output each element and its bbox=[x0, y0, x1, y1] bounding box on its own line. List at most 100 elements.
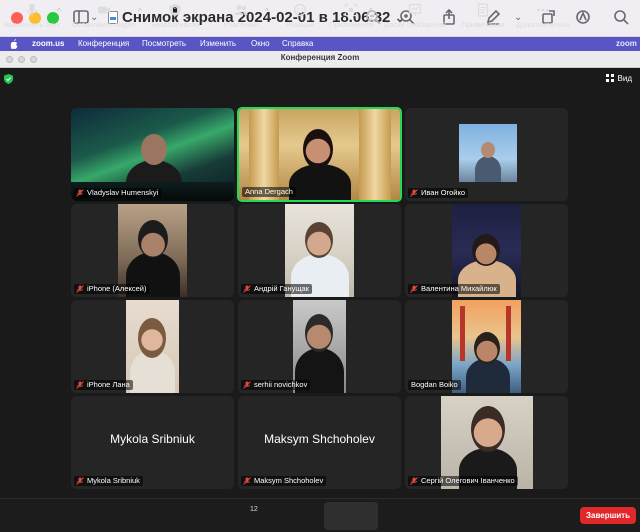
participant-name-text: Иван Огойко bbox=[421, 188, 465, 197]
muted-mic-icon bbox=[243, 285, 251, 293]
participant-name-text: Валентина Михайлюк bbox=[421, 284, 497, 293]
participant-video bbox=[452, 300, 521, 393]
muted-mic-icon bbox=[243, 381, 251, 389]
participant-tile[interactable]: Иван Огойко bbox=[405, 108, 568, 201]
participant-name: iPhone Лана bbox=[74, 380, 133, 390]
participant-tile-no-video[interactable]: Mykola Sribniuk Mykola Sribniuk bbox=[71, 396, 234, 489]
security-label: Безопасность bbox=[151, 20, 199, 29]
notes-icon bbox=[477, 3, 489, 17]
mute-label: Выключить звук bbox=[4, 20, 60, 29]
participant-face bbox=[481, 142, 495, 158]
muted-mic-icon bbox=[76, 285, 84, 293]
participants-button[interactable]: Участники bbox=[218, 3, 264, 33]
shield-icon bbox=[169, 4, 181, 16]
meeting-toolbar bbox=[0, 498, 640, 532]
menu-item-window[interactable]: Окно bbox=[251, 37, 270, 51]
participants-label: Участники bbox=[223, 20, 259, 29]
macos-menu-bar: zoom.us Конференция Посмотреть Изменить … bbox=[0, 37, 640, 51]
whiteboard-icon bbox=[408, 3, 422, 16]
participant-face bbox=[138, 318, 166, 358]
participants-options-caret[interactable]: ^ bbox=[265, 7, 269, 16]
muted-mic-icon bbox=[76, 189, 84, 197]
annotate-icon bbox=[576, 10, 590, 24]
zoom-window-title: Конференция Zoom bbox=[280, 53, 360, 62]
video-camera-icon bbox=[98, 6, 110, 14]
participant-silhouette bbox=[475, 156, 501, 182]
participant-name: Maksym Shchoholev bbox=[241, 476, 327, 486]
participant-face bbox=[305, 222, 333, 258]
notes-button[interactable]: Примечания bbox=[458, 3, 508, 33]
participant-name-text: iPhone (Алексей) bbox=[87, 284, 147, 293]
participant-big-name: Mykola Sribniuk bbox=[110, 432, 195, 446]
participant-tile[interactable]: Bogdan Boiko bbox=[405, 300, 568, 393]
stop-video-button[interactable]: Остановить видео bbox=[70, 3, 138, 33]
participant-tile[interactable]: Vladyslav Humenskyi bbox=[71, 108, 234, 201]
participant-name-text: Mykola Sribniuk bbox=[87, 476, 140, 485]
participant-name: Mykola Sribniuk bbox=[74, 476, 143, 486]
muted-mic-icon bbox=[410, 477, 418, 485]
apps-options-caret[interactable]: ^ bbox=[369, 7, 373, 16]
mute-options-caret[interactable]: ^ bbox=[57, 7, 61, 16]
participant-name-text: Сергій Олегович Іванченко bbox=[421, 476, 515, 485]
participant-tile[interactable]: Валентина Михайлюк bbox=[405, 204, 568, 297]
menu-item-conference[interactable]: Конференция bbox=[78, 37, 129, 51]
video-options-caret[interactable]: ^ bbox=[138, 7, 142, 16]
more-button[interactable]: Дополнительно bbox=[513, 3, 573, 33]
participant-tile[interactable]: Сергій Олегович Іванченко bbox=[405, 396, 568, 489]
participant-name: iPhone (Алексей) bbox=[74, 284, 150, 294]
menu-item-edit[interactable]: Изменить bbox=[200, 37, 236, 51]
curtain-right bbox=[359, 109, 391, 200]
more-label: Дополнительно bbox=[516, 20, 570, 29]
apple-logo-icon[interactable] bbox=[10, 39, 18, 49]
participant-name-text: serhii novichkov bbox=[254, 380, 308, 389]
bridge-tower-left bbox=[460, 306, 465, 361]
meeting-area: Вид Vladyslav Humenskyi Anna Dergach Ива… bbox=[0, 68, 640, 498]
participant-video bbox=[126, 300, 179, 393]
microphone-icon bbox=[26, 4, 38, 17]
menu-item-help[interactable]: Справка bbox=[282, 37, 313, 51]
participant-name: Anna Dergach bbox=[242, 187, 296, 197]
participant-tile[interactable]: iPhone Лана bbox=[71, 300, 234, 393]
search-button[interactable] bbox=[612, 8, 630, 28]
apps-button-highlight bbox=[324, 502, 378, 530]
annotate-button[interactable] bbox=[574, 8, 592, 28]
view-label: Вид bbox=[617, 74, 632, 83]
participant-tile-no-video[interactable]: Maksym Shchoholev Maksym Shchoholev bbox=[238, 396, 401, 489]
participant-tile-active-speaker[interactable]: Anna Dergach bbox=[237, 107, 402, 202]
participant-face bbox=[474, 332, 500, 364]
end-meeting-button[interactable]: Завершить bbox=[580, 507, 636, 524]
participant-name-text: Vladyslav Humenskyi bbox=[87, 188, 159, 197]
menu-app-name[interactable]: zoom.us bbox=[32, 37, 64, 51]
mute-button[interactable]: Выключить звук bbox=[4, 3, 60, 33]
participant-name: Валентина Михайлюк bbox=[408, 284, 500, 294]
participant-big-name: Maksym Shchoholev bbox=[264, 432, 375, 446]
encryption-shield-icon[interactable] bbox=[4, 74, 13, 84]
grid-view-icon bbox=[605, 74, 614, 82]
participant-face bbox=[303, 129, 333, 169]
apps-icon bbox=[344, 3, 358, 17]
whiteboards-button[interactable]: Доски сообщений bbox=[382, 3, 448, 33]
whiteboards-label: Доски сообщений bbox=[384, 20, 446, 29]
participants-count-badge: 12 bbox=[250, 506, 258, 513]
notes-label: Примечания bbox=[461, 20, 505, 29]
menu-brand-zoom: zoom bbox=[616, 39, 637, 48]
stop-video-label: Остановить видео bbox=[72, 20, 136, 29]
participant-face bbox=[471, 406, 505, 452]
participants-icon bbox=[234, 5, 248, 15]
participant-face bbox=[141, 134, 167, 165]
screenshot-root: ⌄ Снимок экрана 2024-02-01 в 18.06.32 ⌄ … bbox=[0, 0, 640, 532]
menu-item-view[interactable]: Посмотреть bbox=[142, 37, 186, 51]
search-icon bbox=[614, 10, 629, 25]
muted-mic-icon bbox=[76, 381, 84, 389]
participant-tile[interactable]: serhii novichkov bbox=[238, 300, 401, 393]
view-button[interactable]: Вид bbox=[605, 74, 632, 84]
participant-name-text: Anna Dergach bbox=[245, 187, 293, 196]
bridge-tower-right bbox=[506, 306, 511, 361]
participant-face bbox=[472, 234, 500, 266]
participant-name-text: iPhone Лана bbox=[87, 380, 130, 389]
participant-tile[interactable]: iPhone (Алексей) bbox=[71, 204, 234, 297]
participant-name: Vladyslav Humenskyi bbox=[74, 188, 162, 198]
participant-tile[interactable]: Андрій Ганущак bbox=[238, 204, 401, 297]
security-button[interactable]: Безопасность bbox=[148, 3, 202, 33]
reactions-button[interactable]: Реакции bbox=[282, 3, 318, 33]
